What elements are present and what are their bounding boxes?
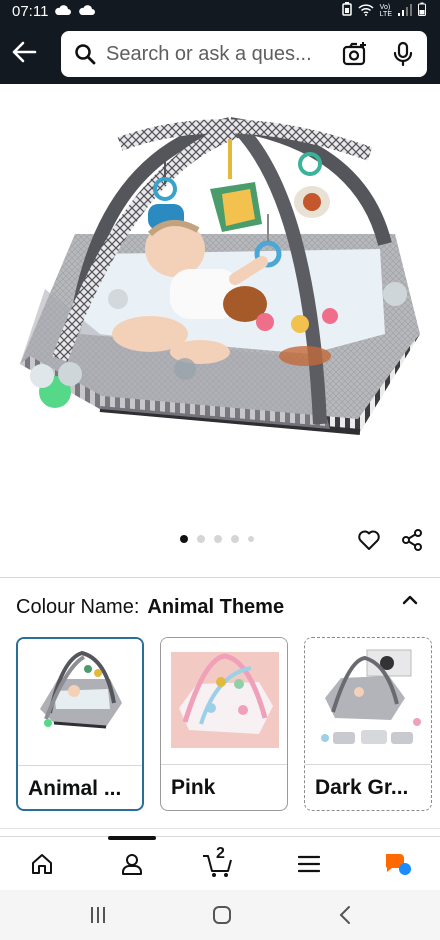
nav-menu[interactable] — [291, 849, 327, 879]
rufus-assistant-icon — [385, 854, 411, 875]
colour-option-animal-theme[interactable]: Animal ... — [16, 637, 144, 811]
search-icon — [75, 44, 96, 65]
swatch-name: Dark Gr... — [315, 776, 409, 799]
home-circle-icon[interactable] — [210, 904, 234, 926]
lte-icon: Vo) LTE — [379, 4, 392, 18]
active-tab-indicator — [108, 836, 156, 840]
search-input[interactable]: Search or ask a ques... — [61, 31, 427, 77]
swatch-thumbnail — [18, 639, 142, 765]
heart-icon[interactable] — [357, 528, 381, 552]
colour-name-label: Colour Name: — [16, 596, 140, 618]
system-navigation-bar — [0, 890, 440, 940]
chevron-up-icon[interactable] — [398, 588, 422, 612]
back-chevron-icon[interactable] — [334, 904, 358, 926]
hamburger-menu-icon — [298, 855, 320, 873]
cloud-icon — [78, 3, 96, 20]
status-time: 07:11 — [12, 2, 49, 20]
carousel-dot[interactable] — [197, 535, 205, 543]
wifi-icon — [358, 3, 374, 20]
colour-option-dark-grey[interactable]: Dark Gr... — [304, 637, 432, 811]
search-header: Search or ask a ques... — [0, 22, 440, 84]
signal-icon — [398, 3, 412, 20]
camera-search-icon[interactable] — [342, 41, 368, 67]
recent-apps-icon[interactable] — [86, 904, 110, 926]
section-divider — [0, 577, 440, 578]
home-icon — [32, 854, 52, 874]
swatch-thumbnail — [305, 638, 431, 764]
colour-option-pink[interactable]: Pink — [160, 637, 288, 811]
nav-home[interactable] — [24, 849, 60, 879]
status-bar: 07:11 Vo) LTE — [0, 0, 440, 22]
carousel-dot[interactable] — [248, 536, 254, 542]
carousel-dot-active[interactable] — [180, 535, 188, 543]
swatch-name: Animal ... — [28, 777, 122, 800]
nav-rufus[interactable] — [380, 849, 416, 879]
nav-account[interactable] — [114, 849, 150, 879]
battery-icon — [418, 2, 426, 20]
section-divider — [0, 828, 440, 829]
search-placeholder: Search or ask a ques... — [106, 43, 312, 65]
image-carousel-dots — [180, 535, 254, 543]
battery-saver-icon — [341, 2, 352, 20]
bottom-navigation: 2 — [0, 836, 440, 890]
colour-name-value: Animal Theme — [147, 596, 285, 618]
play-gym-image — [20, 117, 420, 435]
carousel-dot[interactable] — [214, 535, 222, 543]
microphone-icon[interactable] — [391, 41, 415, 67]
cloud-icon — [54, 3, 72, 20]
share-icon[interactable] — [400, 528, 424, 552]
swatch-separator — [18, 765, 142, 766]
swatch-thumbnail — [161, 638, 287, 764]
swatch-name: Pink — [171, 776, 216, 799]
swatch-separator — [305, 764, 431, 765]
back-button[interactable] — [8, 36, 40, 68]
carousel-dot[interactable] — [231, 535, 239, 543]
back-arrow-icon — [12, 41, 37, 63]
swatch-separator — [161, 764, 287, 765]
product-image[interactable] — [0, 84, 440, 524]
person-icon — [122, 854, 142, 875]
nav-cart[interactable]: 2 — [200, 845, 236, 879]
cart-count-badge: 2 — [216, 845, 225, 862]
colour-name-heading: Colour Name: Animal Theme — [16, 596, 284, 619]
